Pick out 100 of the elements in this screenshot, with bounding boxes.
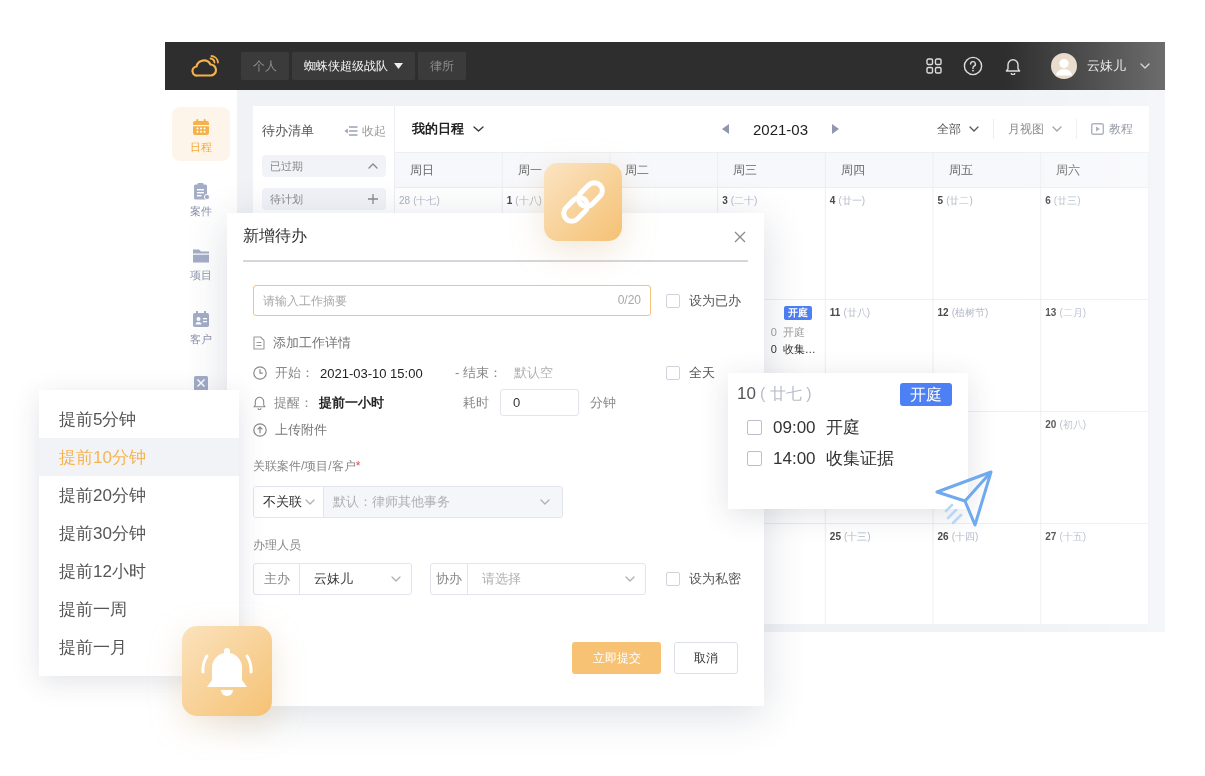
event-title: 开庭 — [782, 325, 805, 340]
popover-lunar-date: ( 廿七 ) — [759, 383, 812, 404]
workspace-tab[interactable]: 律所 — [418, 52, 466, 80]
add-details-link[interactable]: 添加工作详情 — [253, 334, 351, 352]
duration-input[interactable]: 0 — [500, 389, 579, 416]
caret-right-icon[interactable] — [832, 124, 840, 134]
todo-group-header[interactable]: 已过期 — [262, 155, 386, 177]
checkbox[interactable] — [666, 293, 680, 308]
day-number: 12 — [937, 306, 949, 319]
view-filter-dropdown[interactable]: 月视图 — [1008, 120, 1062, 138]
avatar-icon — [1051, 53, 1077, 79]
event-title: 开庭 — [825, 417, 860, 439]
cancel-button[interactable]: 取消 — [674, 642, 738, 674]
checkbox-label: 设为私密 — [689, 570, 741, 588]
event-title: 收集证据 — [825, 448, 894, 470]
chevron-down-icon — [969, 126, 979, 132]
reminder-option[interactable]: 提前12小时 — [39, 552, 239, 590]
workspace-tab[interactable]: 个人 — [241, 52, 289, 80]
view-filter-dropdown[interactable]: 全部 — [937, 120, 979, 138]
character-counter: 0/20 — [617, 293, 641, 307]
reminder-select[interactable]: 提前一小时 — [319, 393, 384, 412]
collapse-button[interactable]: 收起 — [344, 122, 386, 140]
checkbox[interactable] — [747, 451, 762, 466]
reminder-option[interactable]: 提前30分钟 — [39, 514, 239, 552]
caret-left-icon[interactable] — [721, 124, 729, 134]
bell-icon[interactable] — [1005, 57, 1021, 75]
owner-select[interactable]: 云妹儿 — [300, 564, 411, 594]
upload-attachment-link[interactable]: 上传附件 — [253, 421, 327, 439]
calendar-scope-dropdown[interactable]: 我的日程 — [412, 120, 484, 138]
chevron-down-icon — [391, 576, 401, 582]
weekday-label: 周二 — [625, 161, 650, 179]
event-badge: 开庭 — [900, 382, 952, 406]
day-number: 28 — [399, 194, 411, 207]
owner-label: 主办 — [254, 564, 300, 594]
clipboard-icon — [192, 182, 210, 200]
contact-card-icon — [192, 310, 210, 328]
chevron-down-icon — [1140, 63, 1150, 69]
close-icon[interactable] — [734, 230, 746, 243]
caret-down-icon — [394, 63, 403, 69]
reminder-option[interactable]: 提前一周 — [39, 590, 239, 628]
end-label: - 结束： — [455, 364, 502, 382]
weekday-label: 周六 — [1056, 161, 1081, 179]
unit-label: 分钟 — [590, 393, 616, 412]
event-title: 收集… — [782, 342, 816, 357]
dialog-title: 新增待办 — [243, 226, 307, 246]
popover-day-number: 10 — [737, 383, 756, 404]
reminder-option[interactable]: 提前5分钟 — [39, 400, 239, 438]
day-number: 25 — [829, 530, 841, 543]
checkbox[interactable] — [666, 572, 680, 586]
lunar-date: (植树节) — [951, 306, 989, 319]
clock-icon — [253, 366, 267, 380]
upload-icon — [253, 423, 267, 437]
relation-label: 关联案件/项目/客户* — [253, 458, 362, 475]
bell-icon — [253, 395, 266, 410]
lunar-date: (十三) — [843, 530, 871, 543]
start-time-value[interactable]: 2021-03-10 15:00 — [320, 365, 423, 381]
weekday-label: 周日 — [410, 161, 434, 179]
start-label: 开始： — [275, 364, 314, 382]
event-badge: 开庭 — [783, 306, 812, 320]
event-time: 0 — [770, 325, 777, 340]
duration-label: 耗时 — [463, 393, 489, 412]
paper-plane-icon — [934, 470, 994, 528]
calendar-icon — [192, 118, 210, 136]
day-number: 26 — [937, 530, 949, 543]
event-time: 0 — [770, 342, 777, 357]
apps-grid-icon[interactable] — [926, 58, 942, 74]
lunar-date: (十七) — [413, 194, 440, 207]
lunar-date: (十四) — [951, 530, 979, 543]
day-number: 11 — [829, 306, 841, 319]
day-number: 6 — [1045, 194, 1051, 207]
lunar-date: (十八) — [515, 194, 542, 207]
play-video-icon — [1091, 123, 1104, 135]
day-number: 5 — [937, 194, 944, 207]
lunar-date: (廿八) — [843, 306, 871, 319]
day-number: 1 — [506, 194, 513, 207]
sidebar-item[interactable]: 项目 — [172, 235, 230, 289]
todo-group-header[interactable]: 待计划 — [262, 188, 386, 210]
reminder-label: 提醒： — [274, 393, 313, 412]
weekday-label: 周五 — [948, 161, 973, 179]
day-number: 20 — [1045, 418, 1057, 431]
day-number: 4 — [829, 194, 836, 207]
day-number: 13 — [1045, 306, 1057, 319]
chevron-down-icon — [305, 499, 315, 505]
checkbox-label: 设为已办 — [689, 291, 741, 310]
assistant-label: 协办 — [431, 564, 468, 594]
lunar-date: (二十) — [730, 194, 758, 207]
checkbox[interactable] — [747, 420, 762, 435]
todo-list-title: 待办清单 — [262, 122, 314, 140]
cloud-logo-icon — [191, 55, 219, 77]
user-menu[interactable]: 云妹儿 — [1087, 57, 1150, 75]
event-time: 09:00 — [773, 417, 816, 438]
checkbox-label: 全天 — [689, 364, 715, 382]
help-icon[interactable] — [963, 56, 983, 76]
reminder-option[interactable]: 提前20分钟 — [39, 476, 239, 514]
tutorial-link[interactable]: 教程 — [1091, 120, 1133, 138]
checkbox[interactable] — [666, 366, 680, 380]
workspace-tab[interactable]: 蜘蛛侠超级战队 — [292, 52, 415, 80]
day-number: 3 — [722, 194, 728, 207]
day-number: 27 — [1045, 530, 1057, 543]
staff-label: 办理人员 — [253, 537, 302, 554]
